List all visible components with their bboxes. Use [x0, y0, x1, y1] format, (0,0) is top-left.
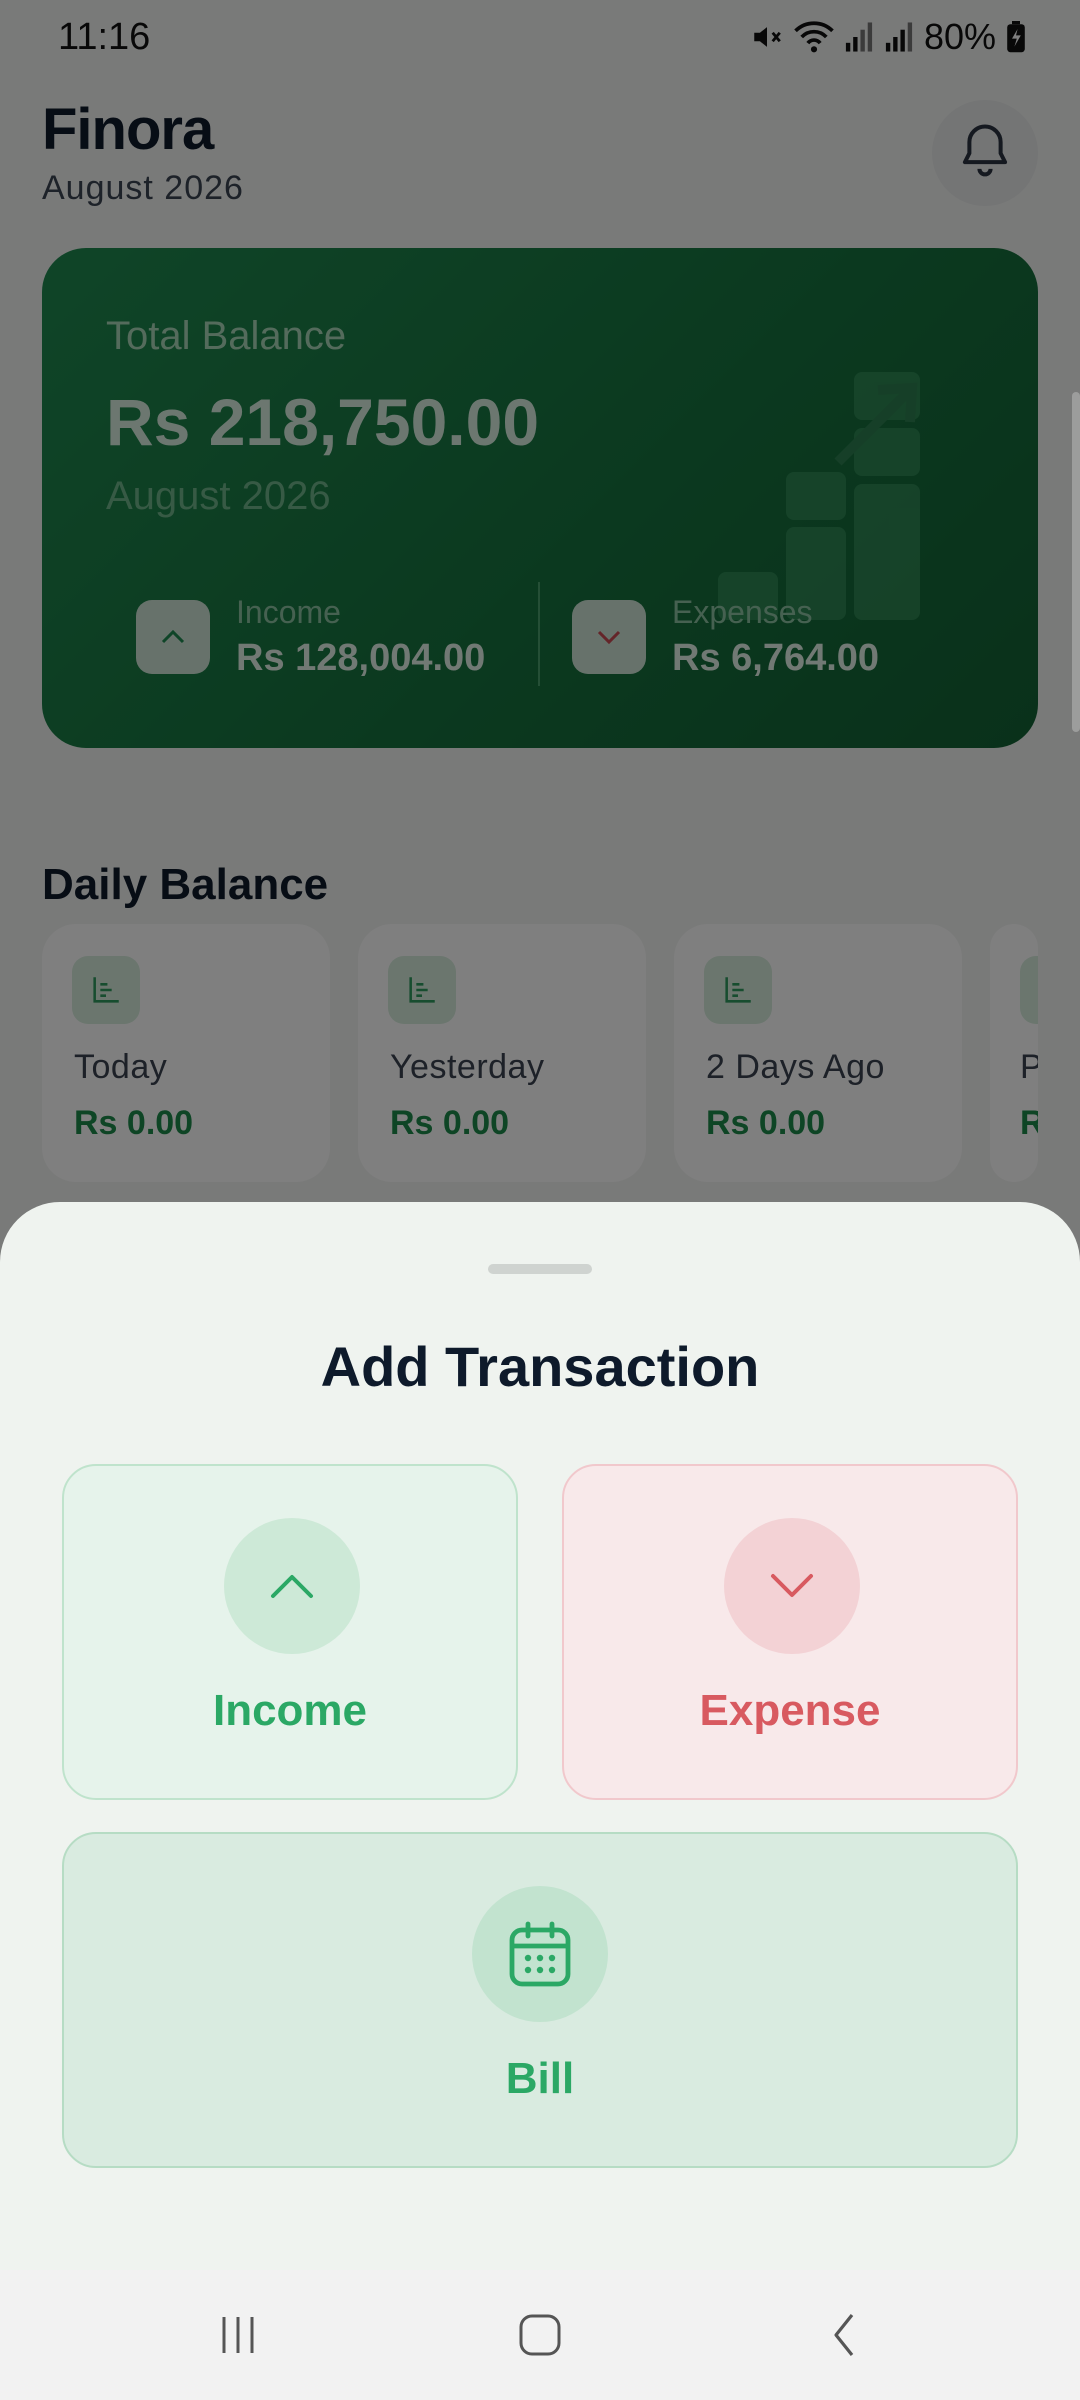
back-button[interactable]	[814, 2310, 874, 2364]
income-option-label: Income	[212, 1686, 368, 1735]
add-expense-button[interactable]: Expense	[562, 1464, 1018, 1800]
add-income-button[interactable]: Income	[62, 1464, 518, 1800]
system-nav-bar	[0, 2270, 1080, 2400]
sheet-title: Add Transaction	[320, 1335, 760, 1398]
add-bill-button[interactable]: Bill	[62, 1832, 1018, 2168]
expense-option-label: Expense	[699, 1686, 881, 1735]
calendar-icon	[472, 1886, 608, 2022]
home-icon	[517, 2312, 563, 2363]
chevron-up-icon	[224, 1518, 360, 1654]
recent-apps-icon	[216, 2313, 260, 2362]
recent-apps-button[interactable]	[208, 2310, 268, 2364]
add-transaction-sheet: Add Transaction Income Expense Bill	[0, 1202, 1080, 2400]
chevron-down-icon	[724, 1518, 860, 1654]
home-button[interactable]	[510, 2310, 570, 2364]
scrollbar	[1072, 392, 1080, 732]
back-icon	[828, 2311, 860, 2364]
bill-option-label: Bill	[505, 2054, 575, 2103]
drag-handle[interactable]	[488, 1264, 592, 1274]
